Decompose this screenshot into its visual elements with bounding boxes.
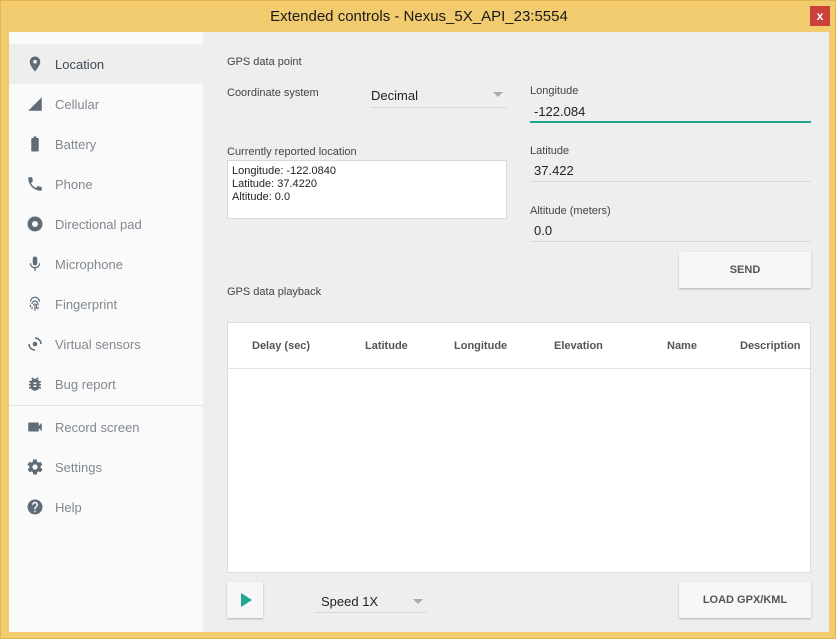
coordinate-system-label: Coordinate system [227, 87, 319, 99]
coordinate-system-dropdown[interactable]: Decimal [371, 81, 507, 108]
current-location-line: Altitude: 0.0 [232, 191, 291, 203]
cellular-signal-icon [26, 95, 44, 113]
sidebar-item-label: Phone [55, 176, 93, 192]
sidebar-item-label: Virtual sensors [55, 336, 141, 352]
close-button[interactable]: x [810, 6, 830, 26]
play-icon [241, 593, 252, 607]
battery-icon [26, 135, 44, 153]
sidebar-divider [9, 405, 203, 406]
title-bar[interactable]: Extended controls - Nexus_5X_API_23:5554… [1, 1, 836, 33]
bug-icon [26, 375, 44, 393]
sidebar-item-label: Location [55, 56, 105, 72]
fingerprint-icon [26, 295, 44, 313]
latitude-value: 37.422 [534, 163, 574, 178]
send-button[interactable]: SEND [679, 252, 811, 288]
sidebar-item-microphone[interactable]: Microphone [9, 244, 203, 284]
client-area: Location Cellular Battery Phone Directio… [9, 32, 829, 632]
load-gpx-kml-button[interactable]: LOAD GPX/KML [679, 582, 811, 618]
table-header: Delay (sec) Latitude Longitude Elevation… [228, 323, 810, 369]
gear-icon [26, 458, 44, 476]
sidebar-item-label: Fingerprint [55, 296, 118, 312]
microphone-icon [26, 255, 44, 273]
sidebar-item-battery[interactable]: Battery [9, 124, 203, 164]
longitude-value: -122.084 [534, 104, 586, 119]
speed-dropdown[interactable]: Speed 1X [315, 588, 427, 613]
sidebar-item-label: Microphone [55, 256, 123, 272]
help-icon [26, 498, 44, 516]
dropdown-arrow-icon [493, 92, 503, 97]
sidebar-item-virtual-sensors[interactable]: Virtual sensors [9, 324, 203, 364]
sidebar-item-record-screen[interactable]: Record screen [9, 407, 203, 447]
location-pin-icon [26, 55, 44, 73]
dpad-icon [26, 215, 44, 233]
altitude-value: 0.0 [534, 223, 553, 238]
sidebar-item-label: Bug report [55, 376, 116, 392]
sidebar-item-help[interactable]: Help [9, 487, 203, 527]
video-camera-icon [26, 418, 44, 436]
current-location-box: Longitude: -122.0840 Latitude: 37.4220 A… [227, 160, 507, 219]
column-header-elevation[interactable]: Elevation [554, 340, 603, 352]
altitude-input[interactable]: 0.0 [530, 214, 811, 242]
sidebar-item-label: Battery [55, 136, 97, 152]
gps-data-point-title: GPS data point [227, 56, 302, 68]
column-header-delay[interactable]: Delay (sec) [252, 340, 310, 352]
current-location-line: Latitude: 37.4220 [232, 178, 318, 190]
phone-icon [26, 175, 44, 193]
sidebar-item-label: Record screen [55, 419, 140, 435]
extended-controls-window: Extended controls - Nexus_5X_API_23:5554… [0, 0, 836, 639]
sidebar-item-location[interactable]: Location [9, 44, 203, 84]
current-location-label: Currently reported location [227, 146, 357, 158]
sidebar-item-label: Directional pad [55, 216, 142, 232]
column-header-longitude[interactable]: Longitude [454, 340, 507, 352]
column-header-name[interactable]: Name [667, 340, 697, 352]
current-location-line: Longitude: -122.0840 [232, 165, 336, 177]
gps-playback-table[interactable]: Delay (sec) Latitude Longitude Elevation… [227, 322, 811, 573]
rotation-sensor-icon [26, 335, 44, 353]
sidebar-item-bug-report[interactable]: Bug report [9, 364, 203, 404]
column-header-latitude[interactable]: Latitude [365, 340, 408, 352]
gps-data-playback-title: GPS data playback [227, 286, 322, 298]
dropdown-arrow-icon [413, 599, 423, 604]
sidebar-item-cellular[interactable]: Cellular [9, 84, 203, 124]
sidebar-item-phone[interactable]: Phone [9, 164, 203, 204]
speed-value: Speed 1X [321, 594, 379, 609]
sidebar-item-settings[interactable]: Settings [9, 447, 203, 487]
column-header-description[interactable]: Description [740, 340, 801, 352]
sidebar-item-fingerprint[interactable]: Fingerprint [9, 284, 203, 324]
sidebar-item-label: Cellular [55, 96, 100, 112]
play-button[interactable] [227, 582, 263, 618]
sidebar-item-label: Settings [55, 459, 102, 475]
latitude-input[interactable]: 37.422 [530, 154, 811, 182]
coordinate-system-value: Decimal [371, 88, 418, 103]
window-title: Extended controls - Nexus_5X_API_23:5554 [270, 8, 568, 25]
sidebar-item-label: Help [55, 499, 82, 515]
longitude-input[interactable]: -122.084 [530, 95, 811, 123]
sidebar: Location Cellular Battery Phone Directio… [9, 32, 203, 632]
sidebar-item-directional-pad[interactable]: Directional pad [9, 204, 203, 244]
